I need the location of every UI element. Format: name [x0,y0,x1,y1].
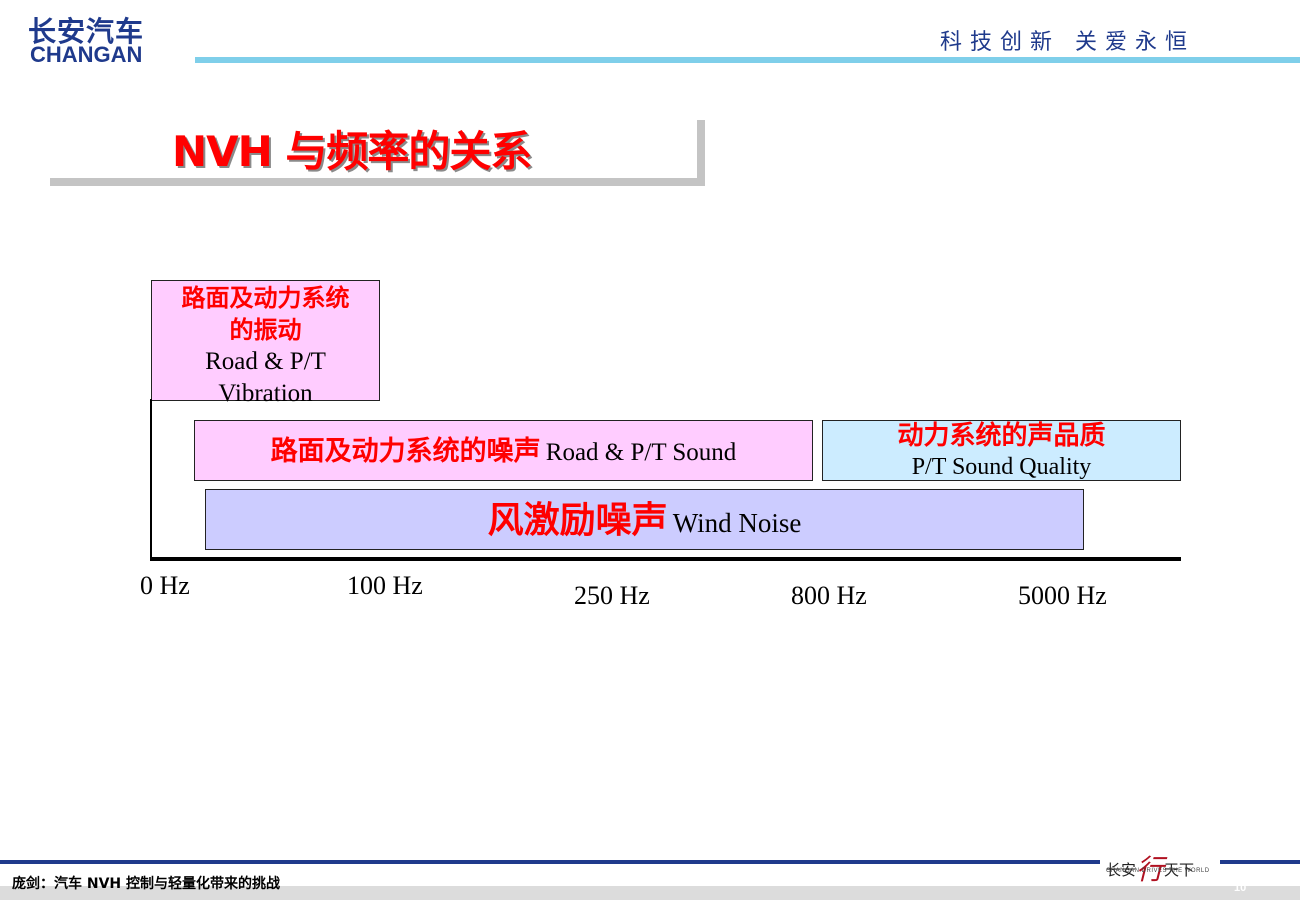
logo-en: CHANGAN [30,42,143,67]
tick-label-800hz: 800 Hz [791,581,867,610]
tick-label-0hz: 0 Hz [140,571,190,600]
header-divider [195,57,1300,63]
road-sound-en: Road & P/T Sound [545,439,737,466]
wind-noise-cn: 风激励噪声 [487,500,668,541]
slogan: 科技创新 关爱永恒 [940,30,1195,55]
frequency-axis [150,557,1181,561]
tick-label-5000hz: 5000 Hz [1018,581,1107,610]
vibration-box: 路面及动力系统 的振动 Road & P/T Vibration [151,280,380,407]
sound-quality-box: 动力系统的声品质 P/T Sound Quality [822,420,1181,481]
road-sound-cn: 路面及动力系统的噪声 [270,436,541,467]
y-axis [150,399,152,561]
sound-quality-en: P/T Sound Quality [911,454,1092,480]
vibration-en-line2: Vibration [218,380,313,407]
wind-noise-box: 风激励噪声 Wind Noise [205,489,1084,550]
vibration-cn-line2: 的振动 [229,316,302,344]
tick-label-250hz: 250 Hz [574,581,650,610]
road-sound-box: 路面及动力系统的噪声 Road & P/T Sound [194,420,813,481]
wind-noise-en: Wind Noise [672,508,802,538]
tick-label-100hz: 100 Hz [347,571,423,600]
sound-quality-cn: 动力系统的声品质 [897,421,1106,451]
page-title: NVH 与频率的关系 [172,127,532,176]
title-frame-shadow-horizontal [50,178,705,186]
vibration-en-line1: Road & P/T [205,348,326,375]
footer-citation: 庞剑：汽车 NVH 控制与轻量化带来的挑战 [12,876,281,892]
page-number: 10 [1234,882,1247,894]
footer-logo-en: CHANGAN DRIVES THE WORLD [1106,868,1210,874]
title-frame-shadow-vertical [697,120,705,186]
vibration-cn-line1: 路面及动力系统 [181,284,350,312]
